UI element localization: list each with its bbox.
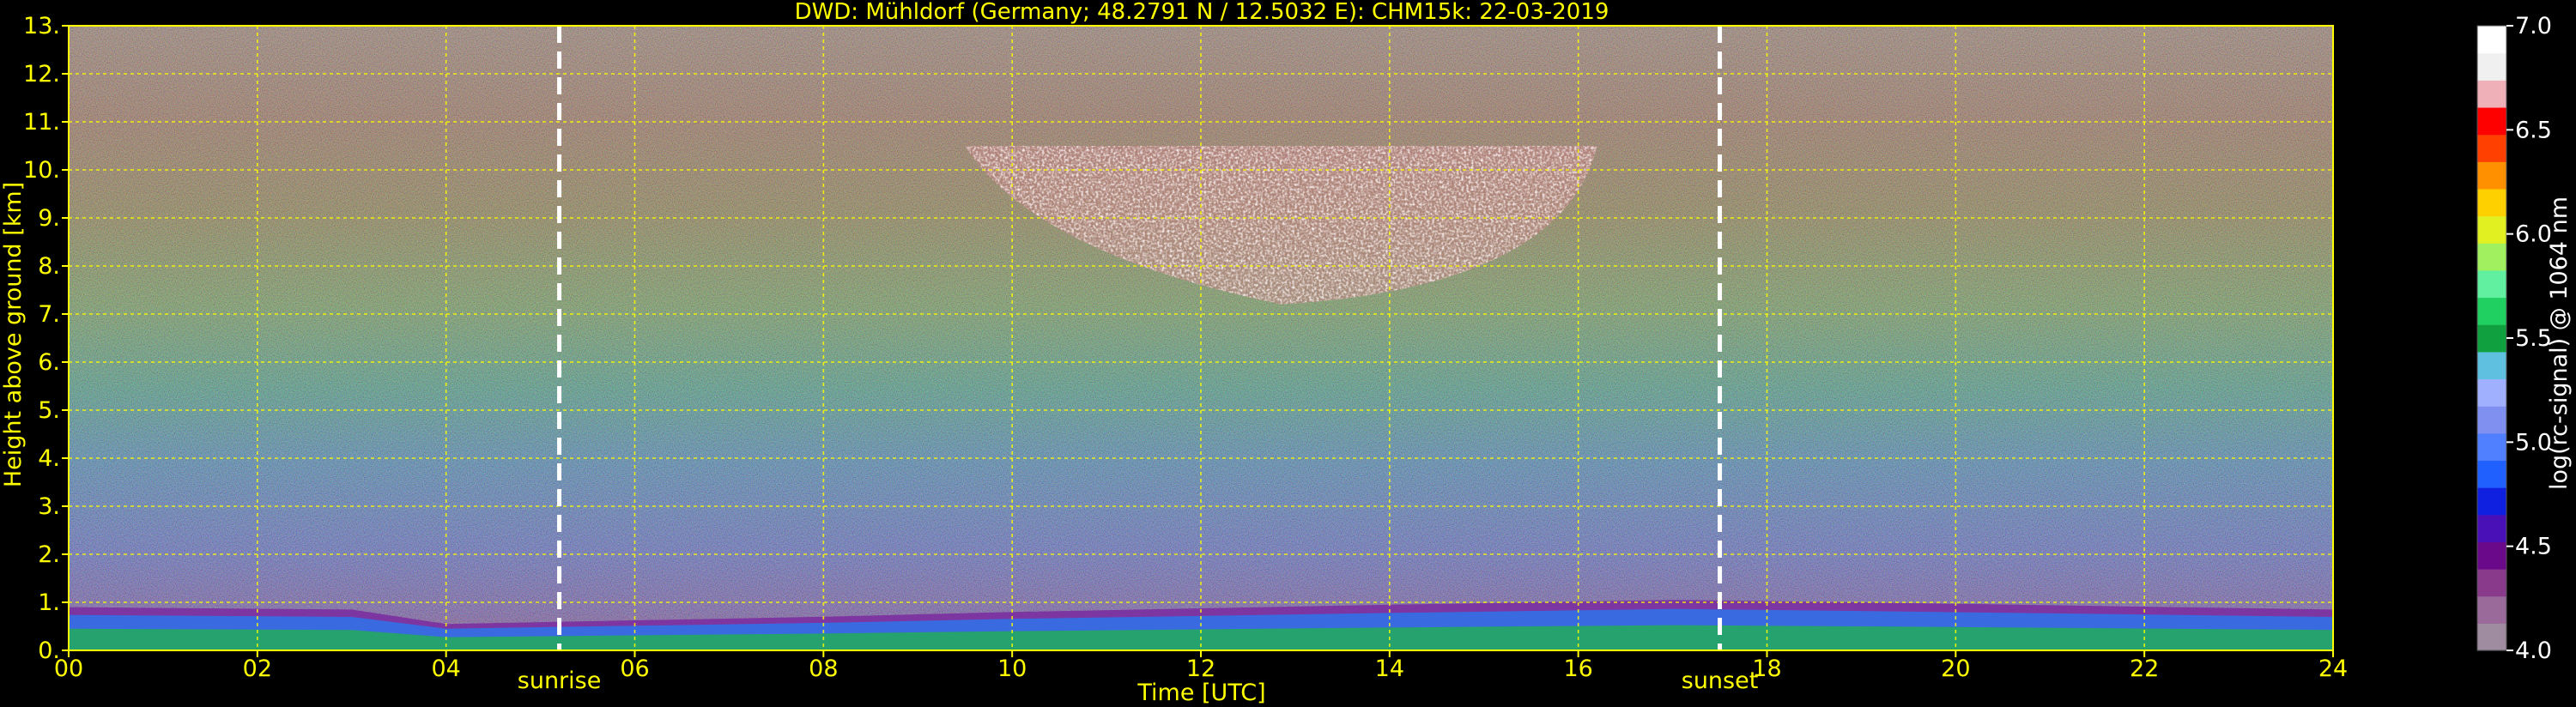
x-tick-label: 16: [1563, 656, 1592, 682]
colorbar-segment: [2477, 406, 2506, 434]
y-tick-label: 12.: [23, 61, 60, 88]
colorbar-tick-label: 6.5: [2515, 117, 2552, 143]
colorbar-segment: [2477, 161, 2506, 190]
y-tick-label: 8.: [38, 253, 60, 280]
ceilometer-chart: sunrise sunset 00 02 04 06 08 10 12 14 16 18 20 22 24…: [0, 0, 2576, 707]
colorbar-segment: [2477, 243, 2506, 271]
y-tick-label: 3.: [38, 493, 60, 520]
chart-svg: sunrise sunset 00 02 04 06 08 10 12 14 16 18 20 22 24…: [0, 0, 2573, 706]
colorbar-segment: [2477, 106, 2506, 136]
colorbar-segment: [2477, 569, 2506, 597]
sunrise-label: sunrise: [518, 668, 602, 694]
colorbar-segment: [2477, 487, 2506, 516]
x-tick-label: 18: [1752, 656, 1781, 682]
colorbar-segment: [2477, 378, 2506, 407]
colorbar-segment: [2477, 134, 2506, 162]
x-tick-label: 10: [997, 656, 1027, 682]
colorbar-tick-label: 7.0: [2515, 13, 2552, 39]
y-tick-label: 11.: [23, 109, 60, 136]
colorbar-segment: [2477, 188, 2506, 217]
colorbar-segment: [2477, 541, 2506, 570]
colorbar-segment: [2477, 80, 2506, 108]
y-tick-label: 9.: [38, 205, 60, 232]
x-tick-label: 14: [1375, 656, 1404, 682]
sunset-label: sunset: [1682, 668, 1759, 694]
colorbar-tick-label: 4.0: [2515, 638, 2552, 664]
x-tick-label: 08: [809, 656, 838, 682]
colorbar-label: log(rc-signal) @ 1064 nm: [2546, 196, 2573, 490]
y-tick-label: 2.: [38, 541, 60, 568]
y-tick-label: 1.: [38, 589, 60, 616]
colorbar-tick-label: 4.5: [2515, 534, 2552, 560]
colorbar-segment: [2477, 514, 2506, 542]
y-tick-label: 0.: [38, 638, 60, 664]
y-axis-label: Height above ground [km]: [0, 182, 27, 487]
colorbar-segment: [2477, 351, 2506, 380]
y-tick-label: 13.: [23, 13, 60, 39]
colorbar-segment: [2477, 215, 2506, 244]
colorbar-segment: [2477, 324, 2506, 353]
x-tick-label: 24: [2318, 656, 2348, 682]
colorbar-segment: [2477, 297, 2506, 325]
y-tick-label: 10.: [23, 157, 60, 184]
x-tick-label: 06: [620, 656, 649, 682]
chart-title: DWD: Mühldorf (Germany; 48.2791 N / 12.5…: [795, 0, 1609, 25]
colorbar-segment: [2477, 52, 2506, 81]
x-tick-label: 04: [431, 656, 460, 682]
x-axis-label: Time [UTC]: [1136, 680, 1265, 706]
colorbar-segment: [2477, 623, 2506, 651]
y-tick-label: 6.: [38, 349, 60, 376]
colorbar-segment: [2477, 432, 2506, 462]
colorbar-segment: [2477, 269, 2506, 299]
x-tick-label: 02: [243, 656, 272, 682]
x-tick-label: 20: [1941, 656, 1970, 682]
colorbar-segment: [2477, 595, 2506, 624]
colorbar: 4.04.55.05.56.06.57.0: [2476, 13, 2552, 664]
y-tick-label: 4.: [38, 445, 60, 472]
colorbar-segment: [2477, 460, 2506, 488]
colorbar-segment: [2477, 26, 2506, 54]
y-tick-label: 7.: [38, 301, 60, 328]
y-tick-label: 5.: [38, 397, 60, 424]
x-tick-label: 12: [1186, 656, 1215, 682]
x-tick-label: 22: [2130, 656, 2159, 682]
